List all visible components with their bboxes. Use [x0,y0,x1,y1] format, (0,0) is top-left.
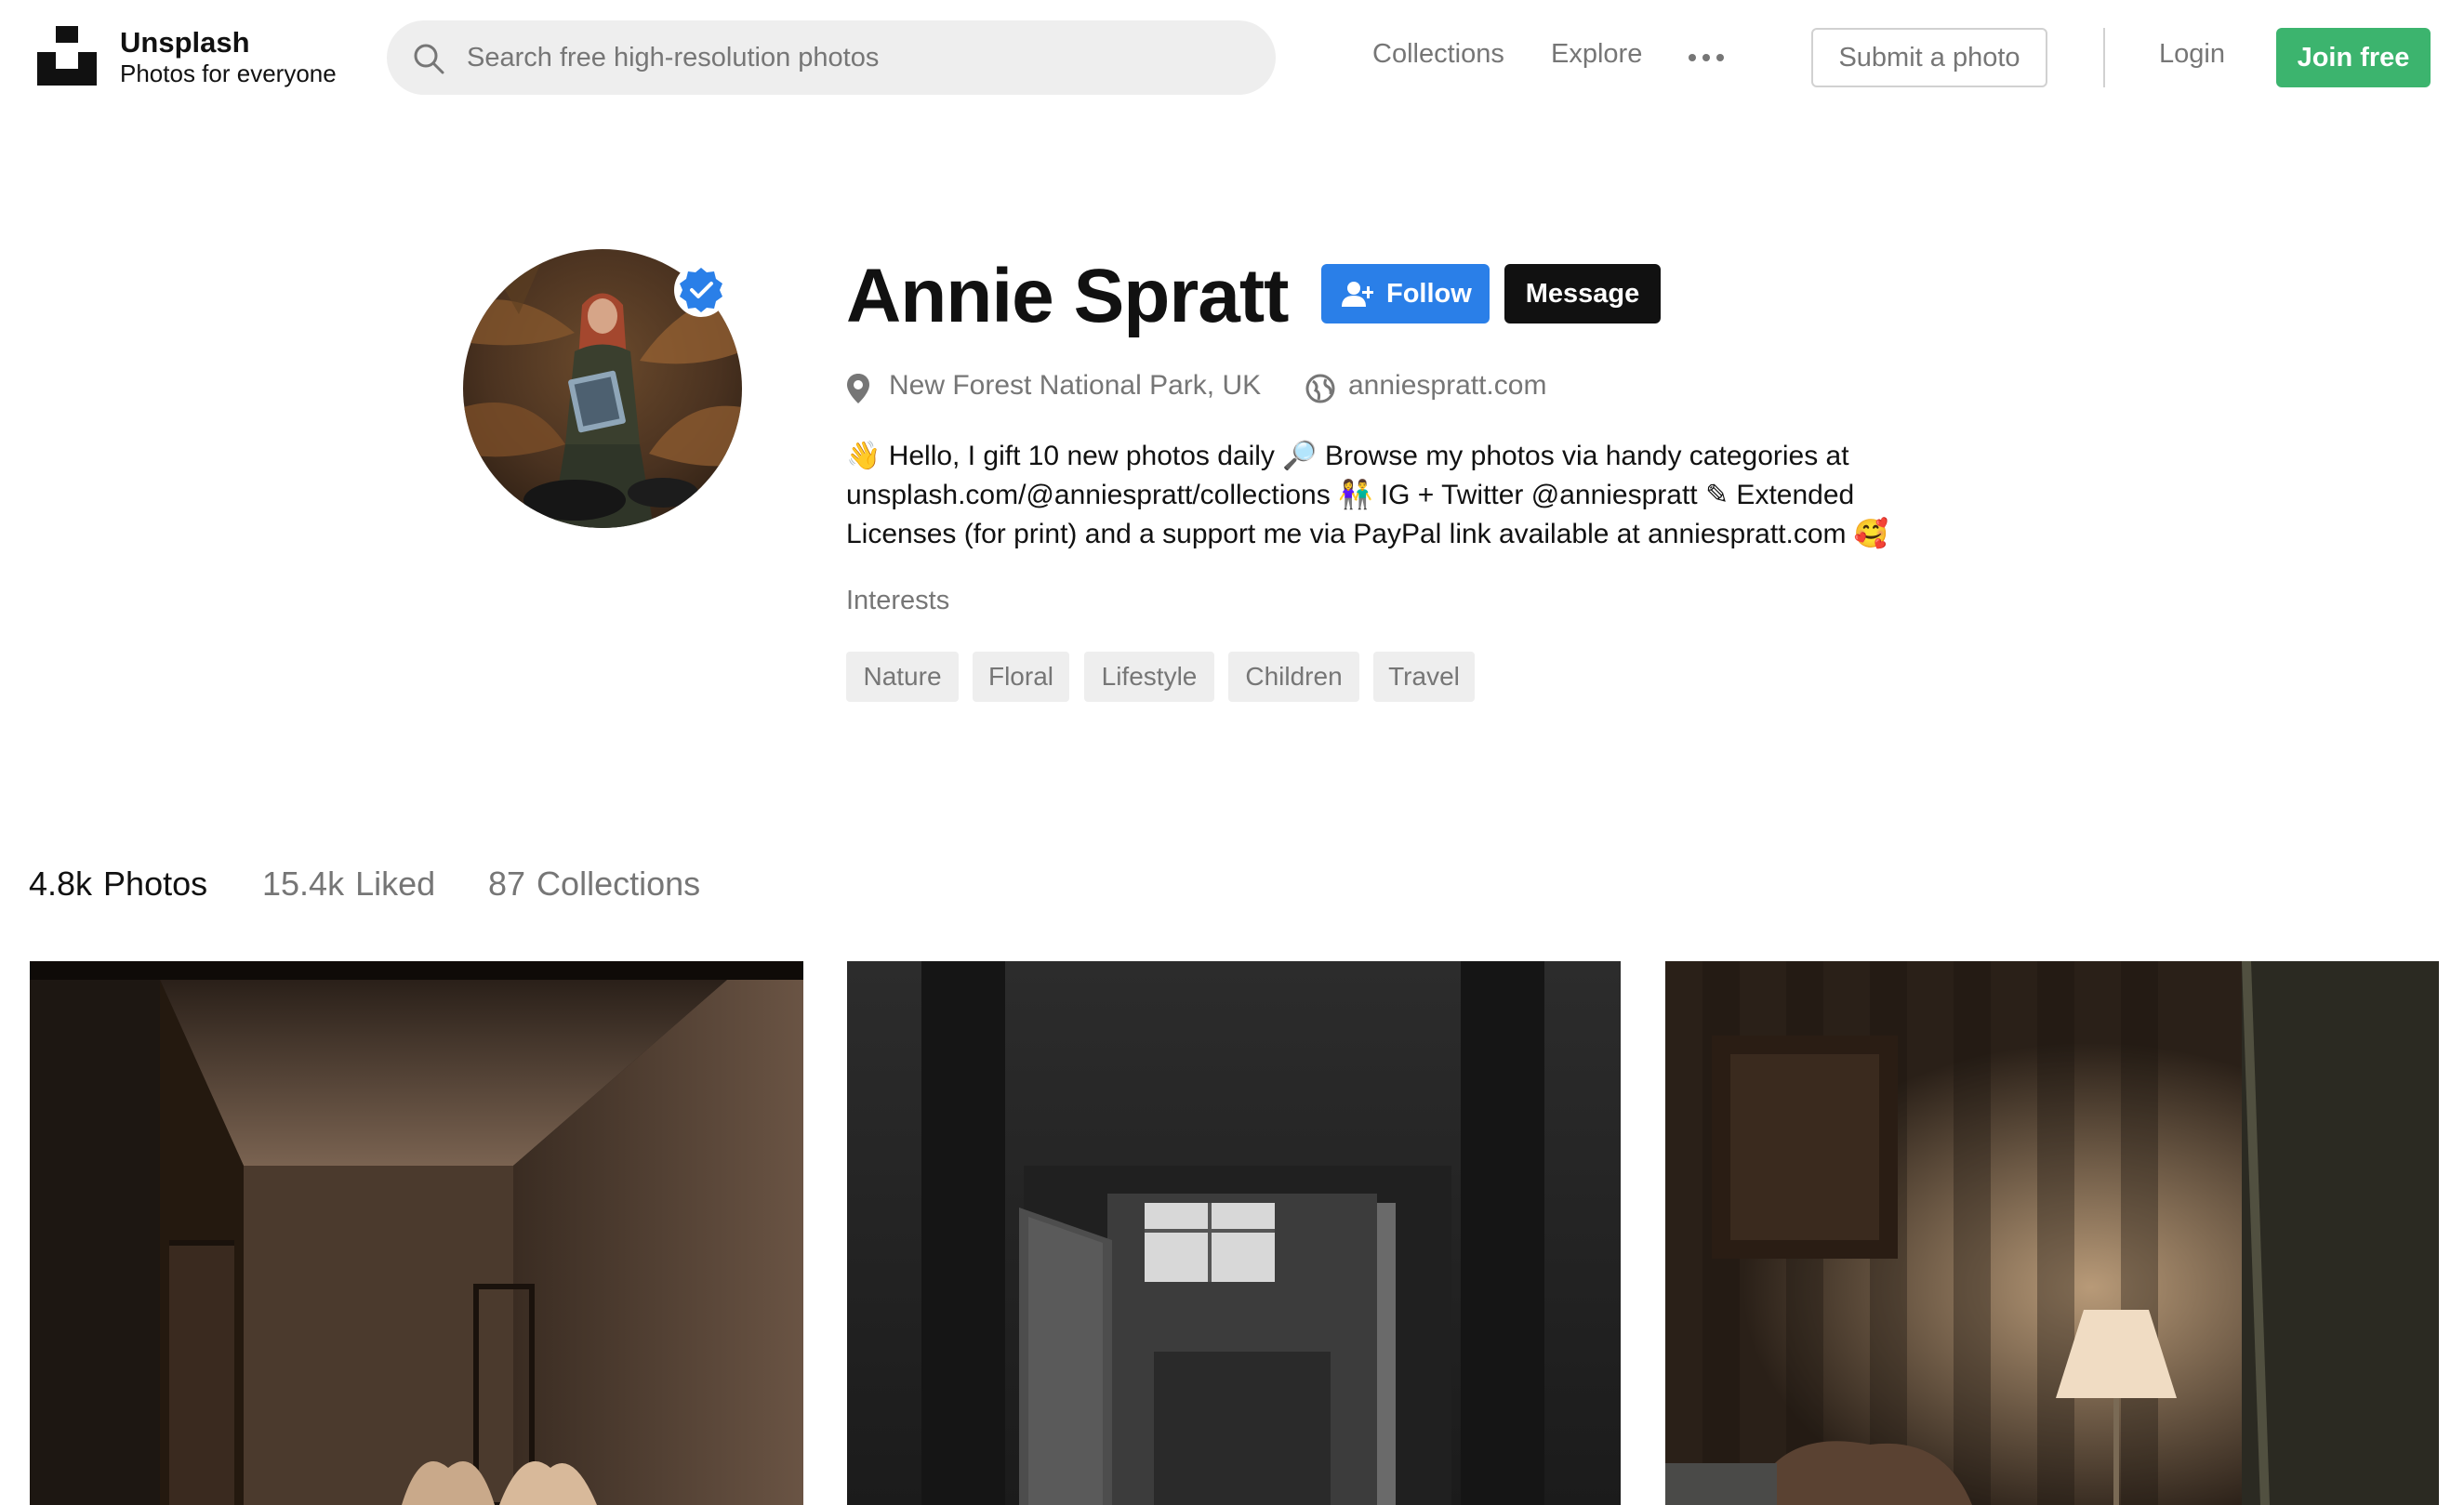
nav-divider [2103,28,2105,87]
unsplash-logo-icon[interactable] [37,26,97,86]
tab-photos-count: 4.8k [29,865,93,903]
profile-bio: 👋 Hello, I gift 10 new photos daily 🔎 Br… [846,437,1915,554]
message-button[interactable]: Message [1504,264,1661,323]
tab-liked[interactable]: 15.4k Liked [262,865,435,904]
photo-bedroom[interactable] [30,961,803,1505]
bio-line: Licenses (for print) and a support me vi… [846,519,1889,549]
login-link[interactable]: Login [2159,39,2225,70]
interest-tag-travel[interactable]: Travel [1373,652,1475,702]
brand-name[interactable]: Unsplash [120,26,250,59]
search-input[interactable] [467,20,1248,95]
nav-collections-link[interactable]: Collections [1372,39,1504,70]
follow-button-label: Follow [1386,278,1472,309]
bio-line: unsplash.com/@anniespratt/collections 👫 … [846,480,1855,510]
interest-tag-children[interactable]: Children [1228,652,1359,702]
interest-tag-nature[interactable]: Nature [846,652,959,702]
profile-website-link[interactable]: anniespratt.com [1348,370,1546,402]
location-pin-icon [847,374,869,403]
top-navigation: Unsplash Photos for everyone Collections… [0,0,2464,115]
interest-tag-floral[interactable]: Floral [973,652,1069,702]
search-icon[interactable] [413,43,444,74]
tab-liked-label: Liked [355,865,436,903]
tab-collections-label: Collections [537,865,701,903]
tab-photos[interactable]: 4.8k Photos [29,865,207,904]
photo-doorway[interactable] [847,961,1621,1505]
tab-liked-count: 15.4k [262,865,345,903]
tab-photos-label: Photos [103,865,208,903]
search-bar[interactable] [387,20,1276,95]
photo-striped-room[interactable] [1665,961,2439,1505]
brand-tagline: Photos for everyone [120,59,337,87]
tab-collections-count: 87 [488,865,526,903]
globe-icon [1305,374,1335,403]
add-user-icon [1342,282,1373,307]
submit-photo-button[interactable]: Submit a photo [1811,28,2047,87]
interests-label: Interests [846,586,950,615]
profile-location: New Forest National Park, UK [889,370,1262,401]
tab-collections[interactable]: 87 Collections [488,865,700,904]
interest-tag-lifestyle[interactable]: Lifestyle [1084,652,1214,702]
join-free-button[interactable]: Join free [2276,28,2431,87]
verified-badge-icon [674,263,728,317]
profile-name: Annie Spratt [846,254,1289,338]
more-horizontal-icon[interactable] [1687,48,1726,67]
nav-explore-link[interactable]: Explore [1551,39,1642,70]
follow-button[interactable]: Follow [1321,264,1490,323]
bio-line: 👋 Hello, I gift 10 new photos daily 🔎 Br… [846,441,1849,471]
